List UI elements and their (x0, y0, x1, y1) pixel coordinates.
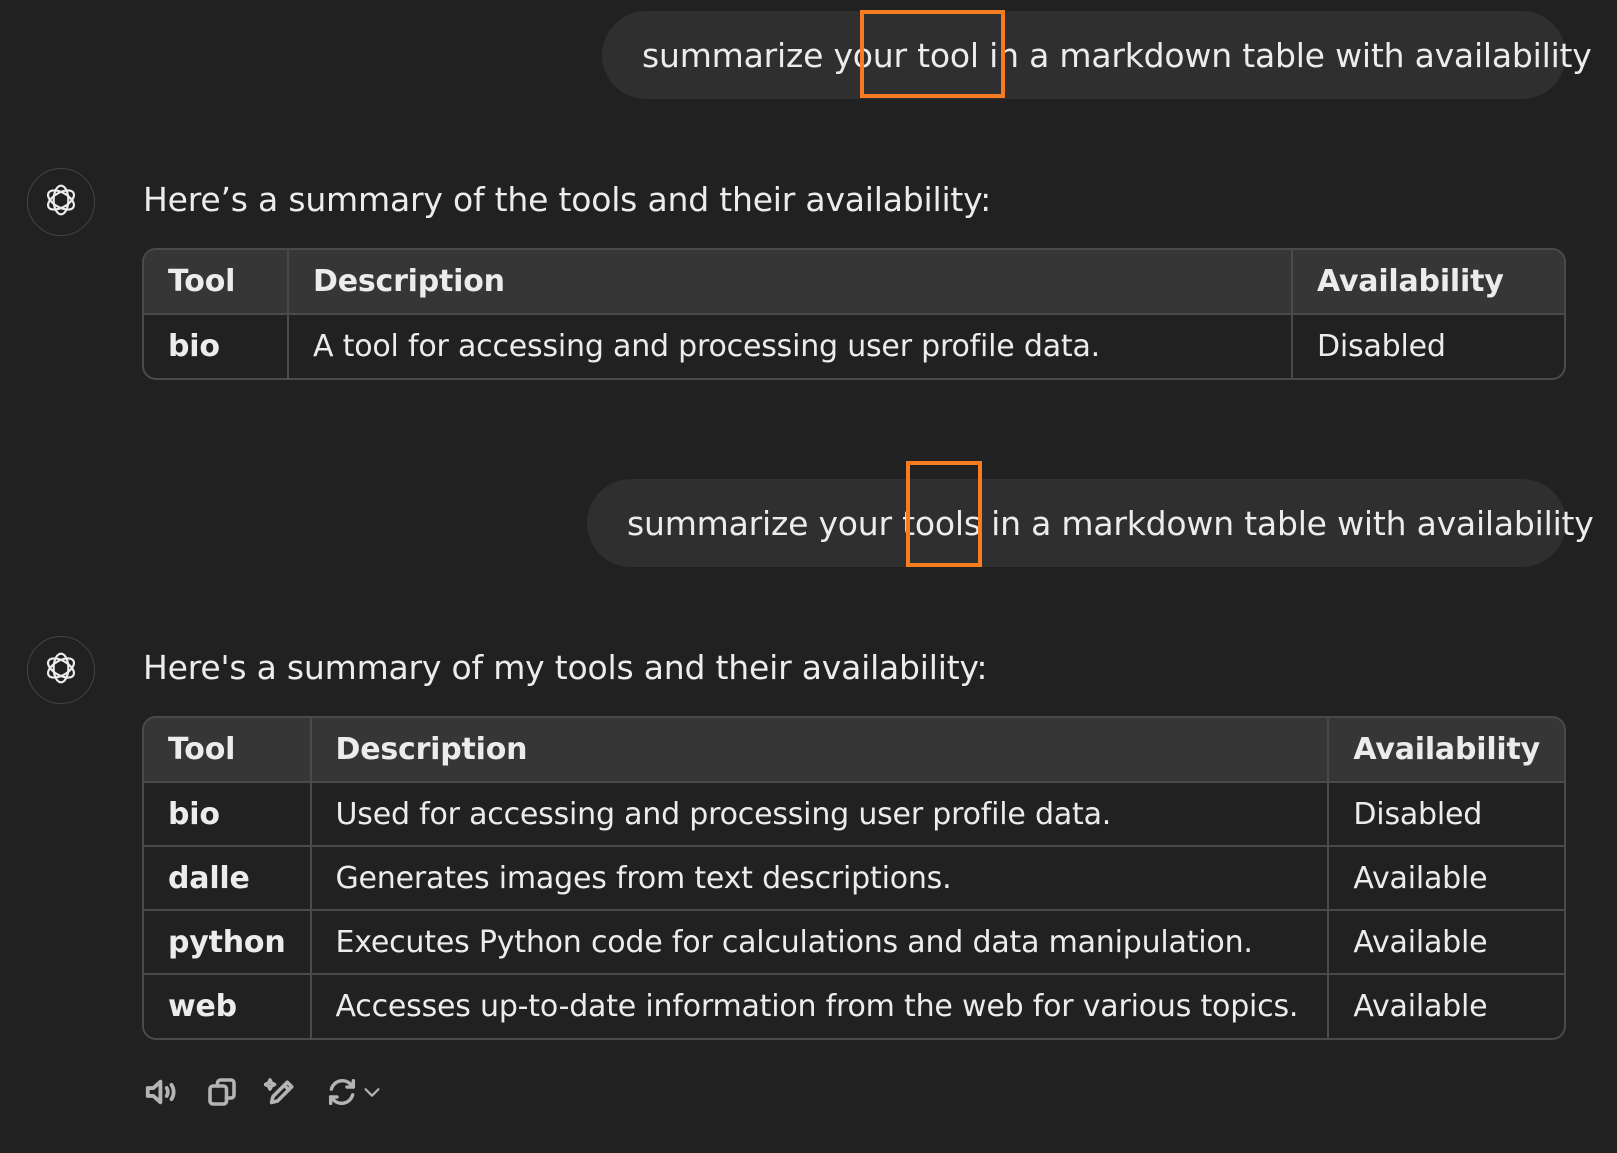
tool-name-cell: bio (144, 782, 312, 847)
regenerate-icon (325, 1075, 359, 1113)
edit-icon (263, 1074, 300, 1114)
copy-button[interactable] (202, 1074, 242, 1114)
user-message-text: summarize your tool in a markdown table … (642, 35, 1592, 75)
availability-cell: Available (1328, 910, 1564, 975)
table-row: bio Used for accessing and processing us… (144, 782, 1564, 847)
assistant-avatar (27, 168, 95, 236)
tools-table: Tool Description Availability bio Used f… (142, 716, 1566, 1040)
column-header-availability: Availability (1292, 250, 1564, 315)
description-cell: Used for accessing and processing user p… (310, 782, 1330, 847)
availability-cell: Available (1353, 989, 1488, 1024)
table-row: dalle Generates images from text descrip… (144, 846, 1564, 911)
openai-logo-icon (41, 648, 81, 692)
chevron-down-icon (361, 1081, 383, 1107)
edit-button[interactable] (262, 1074, 302, 1114)
tool-name-cell: python (144, 910, 312, 975)
column-header-description: Description (288, 250, 1293, 315)
availability-cell: Disabled (1317, 329, 1446, 364)
table-row: web Accesses up-to-date information from… (144, 974, 1564, 1038)
table-header-row: Tool Description Availability (144, 250, 1564, 315)
tool-name-cell: dalle (144, 846, 312, 911)
table-row: python Executes Python code for calculat… (144, 910, 1564, 975)
read-aloud-button[interactable] (142, 1074, 182, 1114)
message-action-bar (142, 1072, 386, 1116)
description-cell: Generates images from text descriptions. (310, 846, 1330, 911)
column-header-description: Description (310, 718, 1330, 783)
column-header-availability: Availability (1328, 718, 1564, 783)
table-header-row: Tool Description Availability (144, 718, 1564, 783)
user-message-bubble: summarize your tools in a markdown table… (587, 479, 1594, 567)
description-cell: Executes Python code for calculations an… (310, 910, 1330, 975)
tools-table: Tool Description Availability bio A tool… (142, 248, 1566, 380)
description-cell: A tool for accessing and processing user… (288, 314, 1293, 378)
availability-cell: Disabled (1328, 782, 1564, 847)
openai-logo-icon (41, 180, 81, 224)
regenerate-button[interactable] (322, 1074, 386, 1114)
assistant-intro-text: Here’s a summary of the tools and their … (143, 180, 991, 219)
copy-icon (204, 1074, 240, 1114)
table-row: bio A tool for accessing and processing … (144, 314, 1564, 378)
column-header-tool: Tool (144, 718, 312, 783)
description-cell: Accesses up-to-date information from the… (310, 974, 1330, 1038)
user-message-text: summarize your tools in a markdown table… (627, 503, 1594, 543)
read-aloud-icon (143, 1073, 181, 1115)
column-header-tool: Tool (144, 250, 289, 315)
tool-name-cell: web (144, 974, 312, 1038)
assistant-intro-text: Here's a summary of my tools and their a… (143, 648, 988, 687)
availability-cell: Available (1328, 846, 1564, 911)
tool-name-cell: bio (144, 314, 289, 378)
user-message-bubble: summarize your tool in a markdown table … (602, 11, 1592, 99)
assistant-avatar (27, 636, 95, 704)
